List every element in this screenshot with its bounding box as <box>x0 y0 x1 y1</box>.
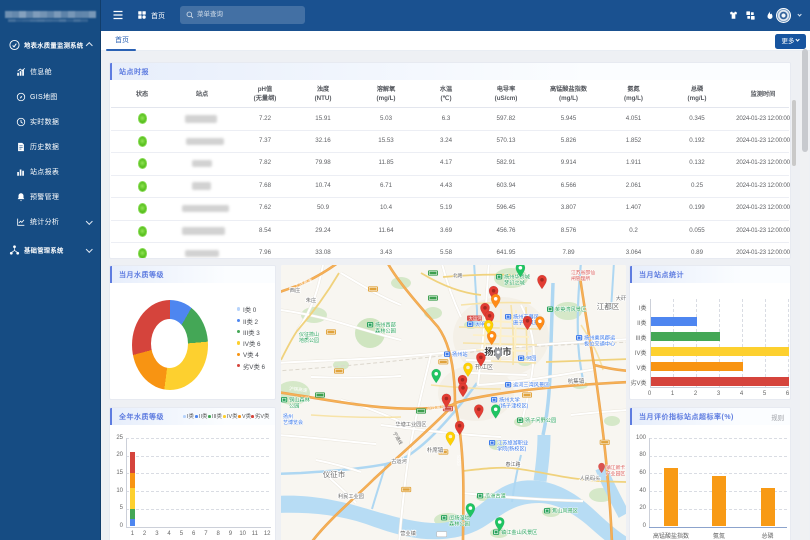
svg-text:扬州大学: 扬州大学 <box>499 396 520 404</box>
svg-text:大矸: 大矸 <box>616 294 626 302</box>
svg-text:扬子问野公园: 扬子问野公园 <box>525 416 556 424</box>
svg-text:梦幻之城: 梦幻之城 <box>504 278 526 286</box>
svg-text:森林公园: 森林公园 <box>449 519 470 527</box>
svg-text:焦山风景区: 焦山风景区 <box>552 507 578 515</box>
svg-text:板位交通中心: 板位交通中心 <box>584 339 615 347</box>
svg-text:古运河: 古运河 <box>391 457 407 465</box>
svg-text:产业园区: 产业园区 <box>606 470 625 477</box>
svg-text:扬州乘风郡运: 扬州乘风郡运 <box>584 334 616 342</box>
svg-text:江苏旅游职业: 江苏旅游职业 <box>497 439 528 447</box>
svg-text:江苏省邵仙: 江苏省邵仙 <box>571 269 595 276</box>
svg-text:地质公园: 地质公园 <box>299 337 319 344</box>
svg-text:仪征捺山: 仪征捺山 <box>299 331 319 338</box>
svg-text:(扬子津校区): (扬子津校区) <box>499 401 529 409</box>
svg-text:华塘工业园区: 华塘工业园区 <box>395 420 426 428</box>
svg-text:北路: 北路 <box>453 272 463 279</box>
svg-text:西庄: 西庄 <box>290 286 300 294</box>
svg-text:S353: S353 <box>456 455 461 466</box>
svg-text:运河三湾风景区: 运河三湾风景区 <box>513 381 549 389</box>
svg-text:茱萸湾风景区: 茱萸湾风景区 <box>555 305 586 313</box>
svg-text:朱庄: 朱庄 <box>306 296 316 304</box>
svg-text:学院(新校区): 学院(新校区) <box>497 444 527 452</box>
svg-text:闰扬湿地: 闰扬湿地 <box>449 514 470 522</box>
svg-text:公园: 公园 <box>289 402 299 409</box>
svg-text:扬州: 扬州 <box>283 413 293 420</box>
svg-text:扬州站: 扬州站 <box>452 350 468 358</box>
svg-text:杭集镇: 杭集镇 <box>568 377 585 385</box>
svg-text:大运河: 大运河 <box>469 315 483 322</box>
svg-text:镇江金山风景区: 镇江金山风景区 <box>501 528 537 536</box>
svg-text:朴席镇: 朴席镇 <box>427 446 444 454</box>
svg-text:利民工业园: 利民工业园 <box>338 492 364 500</box>
svg-text:春江路: 春江路 <box>505 461 520 468</box>
svg-text:仪征市: 仪征市 <box>323 469 346 479</box>
svg-text:艺博览会: 艺博览会 <box>283 419 303 426</box>
svg-text:扬州华侨城: 扬州华侨城 <box>504 273 531 281</box>
svg-text:邗江区: 邗江区 <box>475 363 493 371</box>
svg-text:营业镇: 营业镇 <box>400 529 416 537</box>
svg-text:闸管理所: 闸管理所 <box>571 275 590 282</box>
svg-text:瓜洲古渡: 瓜洲古渡 <box>485 492 506 500</box>
svg-text:何园: 何园 <box>526 354 536 362</box>
svg-text:江都区: 江都区 <box>597 302 620 311</box>
svg-text:镇江新卡: 镇江新卡 <box>606 464 625 471</box>
svg-text:扬州西部: 扬州西部 <box>375 321 396 329</box>
svg-text:人民码头: 人民码头 <box>580 474 601 482</box>
svg-text:铜山森林: 铜山森林 <box>289 396 311 404</box>
svg-text:森林公园: 森林公园 <box>375 326 396 334</box>
